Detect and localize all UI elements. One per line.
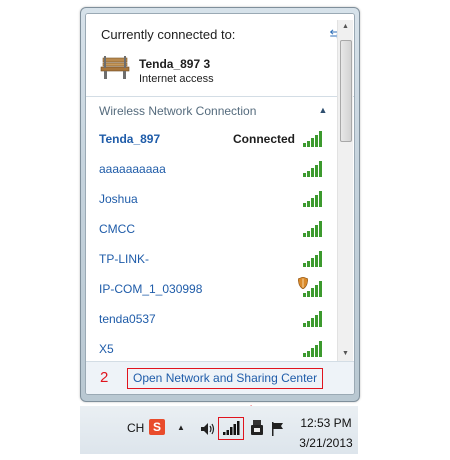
network-item[interactable]: aaaaaaaaaa <box>86 156 336 184</box>
bench-icon <box>100 56 130 79</box>
network-tray-icon[interactable] <box>222 421 240 436</box>
network-name: Tenda_897 <box>99 132 161 146</box>
network-item[interactable]: TP-LINK- <box>86 246 336 274</box>
system-clock[interactable]: 12:53 PM 3/21/2013 <box>296 416 356 450</box>
language-indicator[interactable]: CH <box>127 421 144 435</box>
network-list: Tenda_897 Connected aaaaaaaaaa Joshua CM… <box>86 126 336 361</box>
scroll-up-arrow-icon[interactable]: ▲ <box>338 20 353 34</box>
speaker-icon[interactable] <box>200 422 216 436</box>
wifi-signal-icon <box>303 281 322 297</box>
network-item[interactable]: Tenda_897 Connected <box>86 126 336 154</box>
network-name: Joshua <box>99 192 138 206</box>
current-connection-section: Currently connected to: ⇆ Tenda_897 3 In… <box>86 14 354 96</box>
scroll-down-arrow-icon[interactable]: ▼ <box>338 347 353 361</box>
wifi-signal-icon <box>303 311 322 327</box>
network-status: Connected <box>233 132 296 146</box>
flyout-content: Currently connected to: ⇆ Tenda_897 3 In… <box>85 13 355 395</box>
scroll-thumb[interactable] <box>340 40 352 142</box>
usb-device-icon[interactable] <box>250 420 264 436</box>
annotation-step-2: 2 <box>100 369 109 386</box>
wireless-section-header[interactable]: Wireless Network Connection ▲ <box>86 99 336 123</box>
wifi-signal-icon <box>303 191 322 207</box>
section-label: Wireless Network Connection <box>99 104 257 118</box>
network-name: CMCC <box>99 222 135 236</box>
network-name: tenda0537 <box>99 312 156 326</box>
network-item[interactable]: Joshua <box>86 186 336 214</box>
show-hidden-icons-icon[interactable]: ▲ <box>177 423 185 432</box>
wifi-signal-icon <box>303 221 322 237</box>
network-name: aaaaaaaaaa <box>99 162 166 176</box>
wifi-signal-icon <box>303 251 322 267</box>
clock-time: 12:53 PM <box>300 416 352 430</box>
connection-status: Internet access <box>139 73 214 85</box>
chevron-up-icon[interactable]: ▲ <box>318 105 328 115</box>
wifi-signal-icon <box>303 341 322 357</box>
network-name: TP-LINK- <box>99 252 150 266</box>
wifi-signal-icon <box>303 161 322 177</box>
action-center-flag-icon[interactable] <box>270 421 286 437</box>
network-item[interactable]: tenda0537 <box>86 306 336 334</box>
network-item[interactable]: IP-COM_1_030998 <box>86 276 336 304</box>
clock-date: 3/21/2013 <box>299 436 353 450</box>
network-name: X5 <box>99 342 114 356</box>
vertical-scrollbar[interactable]: ▲ ▼ <box>337 20 353 361</box>
network-item[interactable]: CMCC <box>86 216 336 244</box>
network-flyout: Currently connected to: ⇆ Tenda_897 3 In… <box>80 7 360 402</box>
taskbar-tray: CH S ▲ 12:53 PM 3/21/2013 <box>80 406 358 454</box>
connection-name: Tenda_897 3 <box>139 57 211 71</box>
flyout-footer: Open Network and Sharing Center <box>86 361 354 394</box>
network-tray-highlight <box>218 417 244 440</box>
wifi-signal-icon <box>303 131 322 147</box>
currently-connected-title: Currently connected to: <box>101 27 236 42</box>
open-network-sharing-center-link[interactable]: Open Network and Sharing Center <box>127 368 324 389</box>
divider <box>86 96 354 97</box>
network-item[interactable]: X5 <box>86 336 336 361</box>
network-name: IP-COM_1_030998 <box>99 282 203 296</box>
ime-icon[interactable]: S <box>149 419 165 435</box>
